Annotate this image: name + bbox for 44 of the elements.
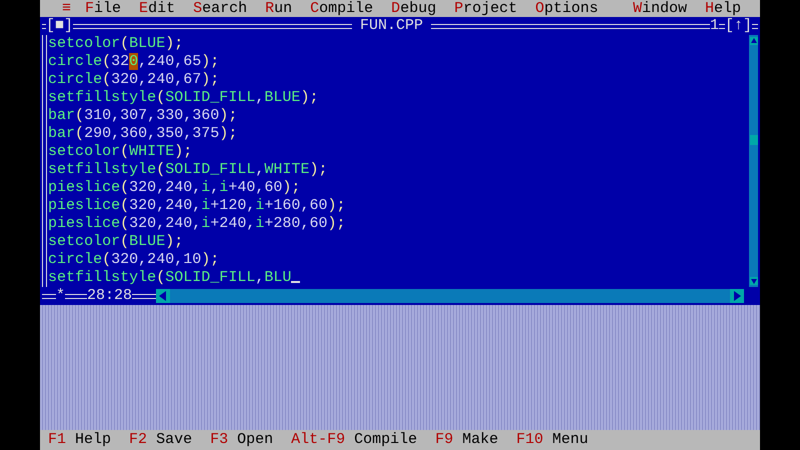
code-line: bar(310,307,330,360); <box>48 107 238 125</box>
shortcut-hint[interactable]: F10 Menu <box>516 430 588 450</box>
scroll-thumb[interactable] <box>750 135 758 145</box>
code-line: setfillstyle(SOLID_FILL,BLU <box>48 269 300 287</box>
code-line: circle(320,240,67); <box>48 71 220 89</box>
menu-item[interactable]: Debug <box>391 0 436 17</box>
zoom-box[interactable]: [↑] <box>724 17 752 35</box>
menu-item[interactable]: Run <box>265 0 292 17</box>
modified-marker: * <box>56 287 66 305</box>
code-line: pieslice(320,240,i+120,i+160,60); <box>48 197 346 215</box>
menu-item[interactable]: Project <box>454 0 518 17</box>
code-line: setcolor(BLUE); <box>48 35 184 53</box>
code-line: setfillstyle(SOLID_FILL,BLUE); <box>48 89 318 107</box>
system-menu[interactable]: ≡ <box>62 0 72 17</box>
menu-item[interactable]: Window <box>632 0 687 17</box>
scroll-left-icon[interactable] <box>156 289 170 303</box>
menu-item[interactable]: Search <box>193 0 248 17</box>
scroll-down-icon[interactable] <box>750 277 758 285</box>
code-line: bar(290,360,350,375); <box>48 125 238 143</box>
window-title: FUN.CPP <box>358 17 424 35</box>
scroll-up-icon[interactable] <box>750 37 758 45</box>
code-line: circle(320,240,10); <box>48 251 220 269</box>
vertical-scrollbar[interactable] <box>749 35 758 287</box>
window-number: 1 <box>710 17 719 35</box>
menu-item[interactable]: File <box>85 0 122 17</box>
code-line: setcolor(WHITE); <box>48 143 192 161</box>
code-line: pieslice(320,240,i+240,i+280,60); <box>48 215 346 233</box>
menu-item[interactable]: Help <box>704 0 741 17</box>
scroll-right-icon[interactable] <box>730 289 744 303</box>
horizontal-scrollbar[interactable] <box>156 289 744 303</box>
shortcut-hint[interactable]: F3 Open <box>210 430 274 450</box>
code-line: pieslice(320,240,i,i+40,60); <box>48 179 300 197</box>
close-box[interactable]: [■] <box>46 17 74 35</box>
shortcut-hint[interactable]: F9 Make <box>435 430 498 450</box>
cursor-position: 28:28 <box>87 287 132 305</box>
shortcut-hint[interactable]: F1 Help <box>48 430 112 450</box>
code-line: circle(320,240,65); <box>48 53 220 71</box>
code-line: setcolor(BLUE); <box>48 233 184 251</box>
menu-item[interactable]: Compile <box>310 0 374 17</box>
shortcut-hint[interactable]: Alt-F9 Compile <box>291 430 418 450</box>
menu-item[interactable]: Options <box>535 0 598 17</box>
shortcut-hint[interactable]: F2 Save <box>129 430 192 450</box>
code-line: setfillstyle(SOLID_FILL,WHITE); <box>48 161 328 179</box>
menu-item[interactable]: Edit <box>139 0 176 17</box>
